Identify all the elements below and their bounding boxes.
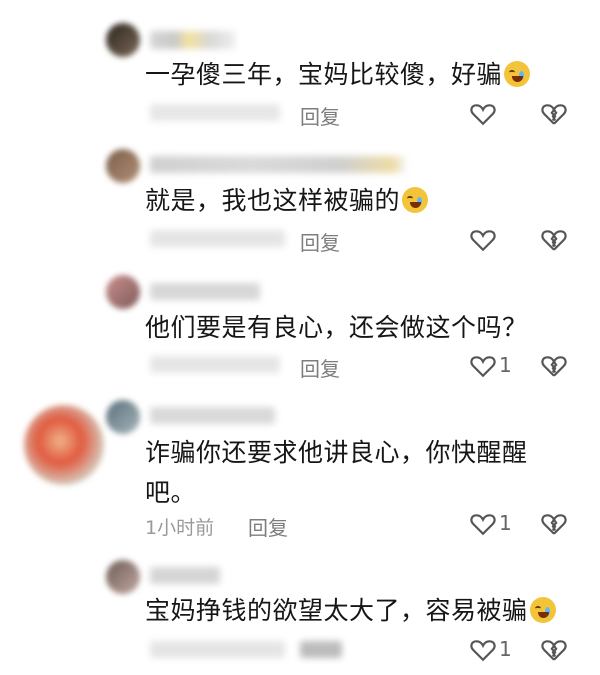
broken-heart-icon[interactable]: [541, 102, 567, 126]
crying-face-icon: [402, 187, 429, 213]
comment-time: 1小时前: [145, 517, 215, 539]
blurred-timestamp: [150, 356, 280, 373]
avatar[interactable]: [106, 560, 140, 594]
heart-outline-icon[interactable]: [470, 228, 496, 252]
heart-outline-icon[interactable]: [470, 354, 496, 378]
blurred-username: [150, 156, 405, 173]
blurred-timestamp: [150, 230, 285, 247]
comment-text-line-2: 吧。: [145, 478, 197, 507]
comment-text: 他们要是有良心，还会做这个吗？: [145, 313, 528, 342]
comment-text: 一孕傻三年，宝妈比较傻，好骗: [145, 56, 531, 94]
like-count: 1: [499, 511, 512, 535]
avatar[interactable]: [106, 149, 140, 183]
comment-text: 诈骗你还要求他讲良心，你快醒醒 吧。: [145, 434, 528, 512]
broken-heart-icon[interactable]: [541, 228, 567, 252]
blurred-username: [150, 407, 275, 424]
like-count: 1: [499, 637, 512, 661]
comment-text: 就是，我也这样被骗的: [145, 182, 429, 220]
avatar[interactable]: [106, 400, 140, 434]
blurred-reply: [300, 641, 342, 658]
heart-outline-icon[interactable]: [470, 102, 496, 126]
reply-button[interactable]: 回复: [248, 512, 288, 541]
reply-button[interactable]: 回复: [300, 353, 340, 382]
avatar[interactable]: [106, 275, 140, 309]
blurred-timestamp: [150, 641, 285, 658]
broken-heart-icon[interactable]: [541, 512, 567, 536]
reply-button[interactable]: 回复: [300, 101, 340, 130]
comment-text-line-1: 诈骗你还要求他讲良心，你快醒醒: [145, 438, 528, 467]
comment-text: 宝妈挣钱的欲望太大了，容易被骗: [145, 592, 556, 630]
blurred-timestamp: [150, 104, 280, 121]
blurred-username: [150, 283, 260, 300]
blurred-username: [150, 31, 235, 49]
blurred-username: [150, 567, 220, 584]
heart-outline-icon[interactable]: [470, 638, 496, 662]
broken-heart-icon[interactable]: [541, 638, 567, 662]
avatar[interactable]: [106, 23, 140, 57]
broken-heart-icon[interactable]: [541, 354, 567, 378]
reply-button[interactable]: 回复: [300, 227, 340, 256]
avatar-large[interactable]: [24, 405, 104, 485]
like-count: 1: [499, 353, 512, 377]
crying-face-icon: [529, 597, 556, 623]
crying-face-icon: [504, 61, 531, 87]
heart-outline-icon[interactable]: [470, 512, 496, 536]
